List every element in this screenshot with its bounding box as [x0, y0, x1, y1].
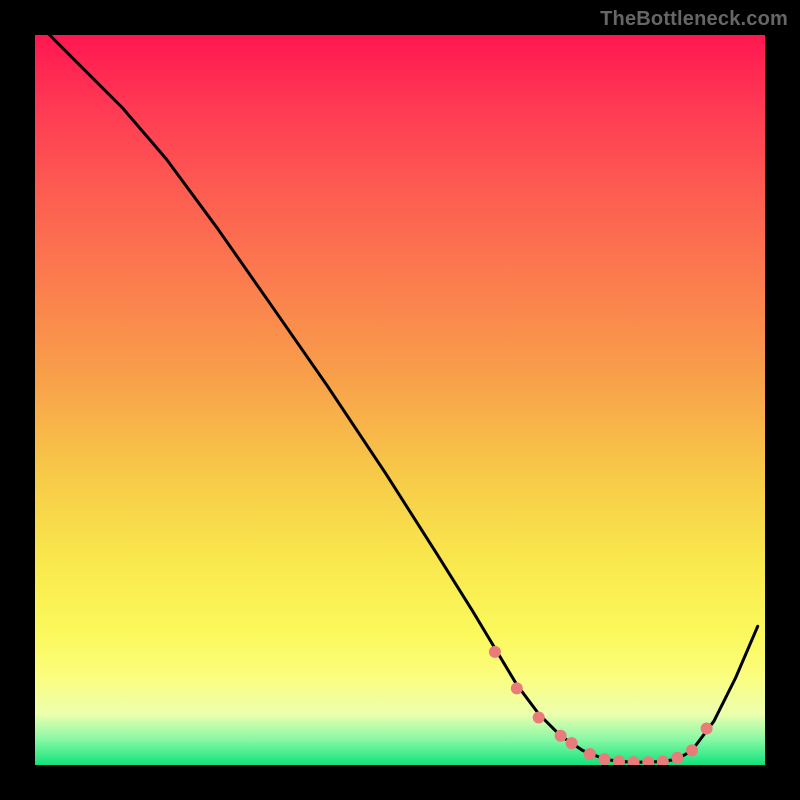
- highlight-dot: [628, 756, 640, 765]
- highlight-dot: [584, 748, 596, 760]
- highlight-dot: [701, 723, 713, 735]
- highlight-dot: [657, 755, 669, 765]
- highlight-dots: [489, 646, 713, 765]
- highlight-dot: [533, 712, 545, 724]
- highlight-dot: [598, 753, 610, 765]
- chart-svg: [35, 35, 765, 765]
- highlight-dot: [511, 682, 523, 694]
- chart-frame: TheBottleneck.com: [0, 0, 800, 800]
- highlight-dot: [613, 755, 625, 765]
- highlight-dot: [555, 730, 567, 742]
- highlight-dot: [642, 756, 654, 765]
- watermark-label: TheBottleneck.com: [600, 8, 788, 31]
- highlight-dot: [686, 744, 698, 756]
- bottleneck-curve: [50, 35, 758, 762]
- plot-area: [35, 35, 765, 765]
- highlight-dot: [489, 646, 501, 658]
- highlight-dot: [566, 737, 578, 749]
- highlight-dot: [671, 752, 683, 764]
